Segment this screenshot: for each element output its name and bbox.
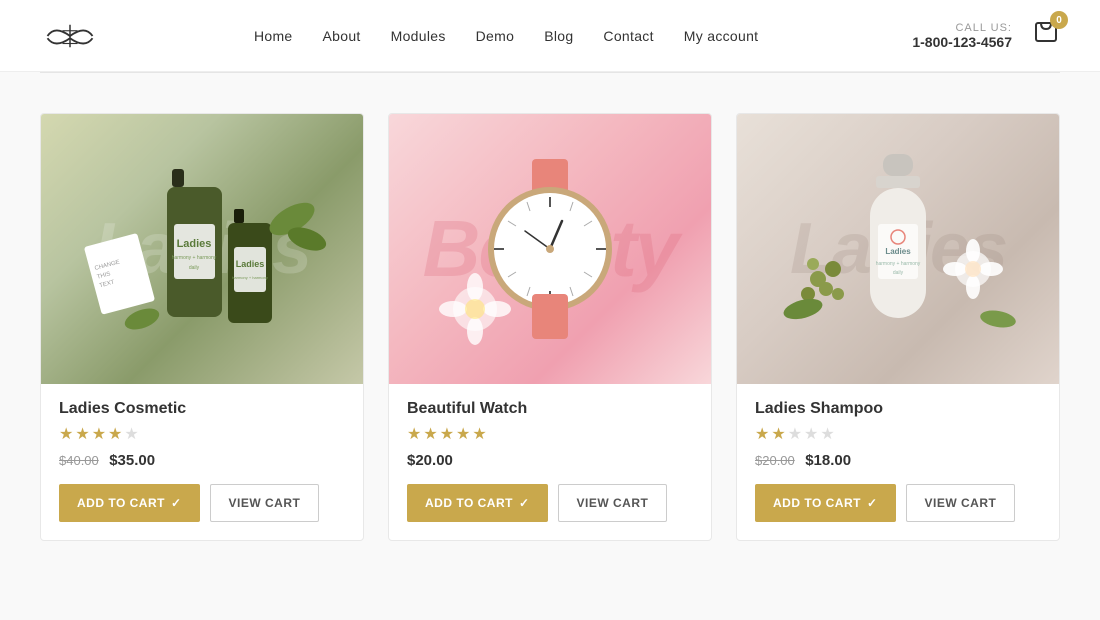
call-us-label: CALL US: [912,22,1012,34]
svg-text:daily: daily [893,270,904,276]
add-to-cart-label-1: ADD TO CART [77,496,165,510]
star-2-2: ★ [423,424,437,444]
checkmark-icon-3: ✓ [867,496,878,510]
svg-text:daily: daily [189,265,200,271]
product-pricing-1: $40.00 $35.00 [59,452,345,470]
product-stars-2: ★ ★ ★ ★ ★ [407,424,693,444]
nav-myaccount[interactable]: My account [684,28,759,44]
nav-home[interactable]: Home [254,28,293,44]
add-to-cart-label-3: ADD TO CART [773,496,861,510]
products-section: Ladies CHANGE THIS TEXT Ladies harmony + [0,73,1100,571]
star-3-2: ★ [771,424,785,444]
product-image-2: Beauty [389,114,711,384]
main-nav: Home About Modules Demo Blog Contact My … [254,28,758,44]
product-pricing-3: $20.00 $18.00 [755,452,1041,470]
star-2-5: ★ [472,424,486,444]
call-us-block: CALL US: 1-800-123-4567 [912,22,1012,50]
product-info-3: Ladies Shampoo ★ ★ ★ ★ ★ $20.00 $18.00 A… [737,384,1059,540]
product-name-2: Beautiful Watch [407,400,693,418]
nav-demo[interactable]: Demo [476,28,515,44]
checkmark-icon-1: ✓ [171,496,182,510]
product-card-2: Beauty [388,113,712,541]
product-actions-1: ADD TO CART ✓ VIEW CART [59,484,345,522]
svg-text:Ladies: Ladies [885,247,911,256]
add-to-cart-button-1[interactable]: ADD TO CART ✓ [59,484,200,522]
product-price-new-3: $18.00 [805,452,851,469]
product-image-1: Ladies CHANGE THIS TEXT Ladies harmony + [41,114,363,384]
star-3-3: ★ [788,424,802,444]
view-cart-button-3[interactable]: VIEW CART [906,484,1016,522]
svg-text:Ladies: Ladies [236,259,265,269]
add-to-cart-label-2: ADD TO CART [425,496,513,510]
star-1-1: ★ [59,424,73,444]
call-us-number: 1-800-123-4567 [912,34,1012,50]
star-3-1: ★ [755,424,769,444]
view-cart-button-1[interactable]: VIEW CART [210,484,320,522]
product-price-old-1: $40.00 [59,453,99,468]
cart-button[interactable]: 0 [1032,19,1060,52]
product-actions-3: ADD TO CART ✓ VIEW CART [755,484,1041,522]
product-stars-1: ★ ★ ★ ★ ★ [59,424,345,444]
star-3-5: ★ [820,424,834,444]
star-1-5: ★ [124,424,138,444]
product-price-new-1: $35.00 [109,452,155,469]
view-cart-button-2[interactable]: VIEW CART [558,484,668,522]
product-price-only-2: $20.00 [407,452,453,469]
svg-text:harmony + harmony: harmony + harmony [232,275,268,280]
product-name-1: Ladies Cosmetic [59,400,345,418]
checkmark-icon-2: ✓ [519,496,530,510]
star-1-4: ★ [108,424,122,444]
nav-about[interactable]: About [323,28,361,44]
star-1-3: ★ [92,424,106,444]
star-2-4: ★ [456,424,470,444]
add-to-cart-button-2[interactable]: ADD TO CART ✓ [407,484,548,522]
product-pricing-2: $20.00 [407,452,693,470]
star-2-1: ★ [407,424,421,444]
product-info-2: Beautiful Watch ★ ★ ★ ★ ★ $20.00 ADD TO … [389,384,711,540]
product-stars-3: ★ ★ ★ ★ ★ [755,424,1041,444]
product-info-1: Ladies Cosmetic ★ ★ ★ ★ ★ $40.00 $35.00 … [41,384,363,540]
product-card-1: Ladies CHANGE THIS TEXT Ladies harmony + [40,113,364,541]
star-2-3: ★ [440,424,454,444]
svg-text:harmony + harmony: harmony + harmony [172,255,217,261]
product-name-3: Ladies Shampoo [755,400,1041,418]
nav-modules[interactable]: Modules [391,28,446,44]
site-header: Home About Modules Demo Blog Contact My … [0,0,1100,72]
products-grid: Ladies CHANGE THIS TEXT Ladies harmony + [40,113,1060,541]
product-price-old-3: $20.00 [755,453,795,468]
star-3-4: ★ [804,424,818,444]
nav-blog[interactable]: Blog [544,28,573,44]
nav-contact[interactable]: Contact [603,28,653,44]
svg-text:Ladies: Ladies [177,238,212,250]
add-to-cart-button-3[interactable]: ADD TO CART ✓ [755,484,896,522]
star-1-2: ★ [75,424,89,444]
product-card-3: Ladies Ladies harmony + harmony daily [736,113,1060,541]
header-right: CALL US: 1-800-123-4567 0 [912,19,1060,52]
svg-text:harmony + harmony: harmony + harmony [876,261,921,267]
product-actions-2: ADD TO CART ✓ VIEW CART [407,484,693,522]
cart-badge: 0 [1050,11,1068,29]
logo[interactable] [40,16,100,56]
product-image-3: Ladies Ladies harmony + harmony daily [737,114,1059,384]
